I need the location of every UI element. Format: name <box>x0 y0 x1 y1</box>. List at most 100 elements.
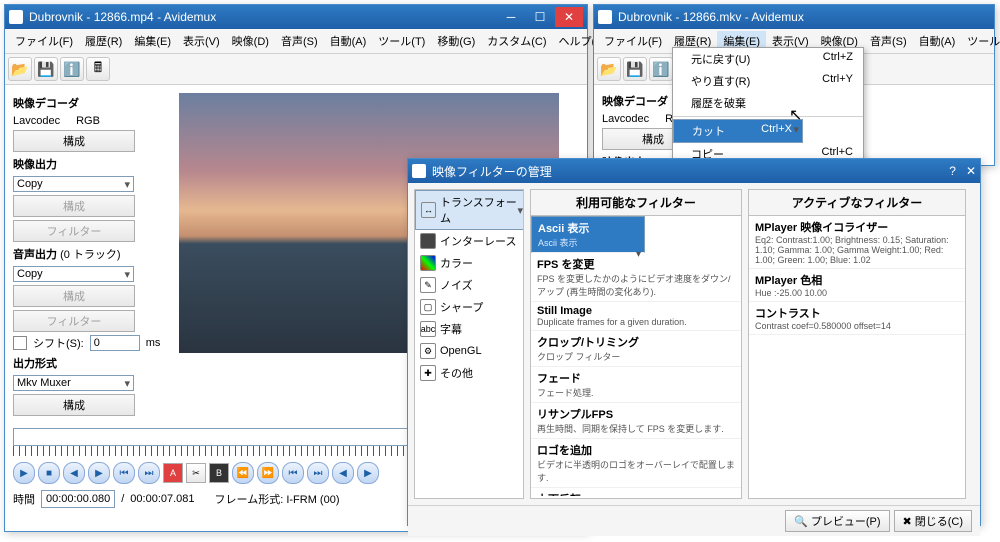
big-ffwd-button[interactable]: ⏭ <box>307 462 329 484</box>
play-button[interactable]: ▶ <box>13 462 35 484</box>
goto-a-button[interactable]: ◀ <box>332 462 354 484</box>
menu-file[interactable]: ファイル(F) <box>9 31 79 51</box>
available-filter-item[interactable]: FPS を変更FPS を変更したかのようにビデオ速度をダウン/アップ (再生時間… <box>531 253 741 302</box>
big-rewind-button[interactable]: ⏮ <box>282 462 304 484</box>
marker-b-button[interactable]: B <box>209 463 229 483</box>
menu-auto[interactable]: 自動(A) <box>913 31 962 51</box>
active-filter-item[interactable]: コントラストContrast coef=0.580000 offset=14 <box>749 302 965 335</box>
marker-a-button[interactable]: A <box>163 463 183 483</box>
menu-audio[interactable]: 音声(S) <box>864 31 913 51</box>
shift-value-input[interactable]: 0 <box>90 335 140 351</box>
close-icon: ✖ <box>903 515 912 528</box>
save-icon[interactable]: 💾 <box>623 57 647 81</box>
stop-button[interactable]: ■ <box>38 462 60 484</box>
vout-filter-button: フィルター <box>13 220 135 242</box>
available-filter-item[interactable]: ロゴを追加ビデオに半透明のロゴをオーバーレイで配置します. <box>531 439 741 488</box>
titlebar[interactable]: Dubrovnik - 12866.mp4 - Avidemux ─ ☐ ✕ <box>5 5 587 29</box>
time-current[interactable]: 00:00:00.080 <box>41 490 115 508</box>
available-filter-item[interactable]: クロップ/トリミングクロップ フィルター <box>531 331 741 367</box>
aout-config-button: 構成 <box>13 285 135 307</box>
cat-subtitle[interactable]: abc字幕 <box>415 318 523 340</box>
active-filter-item[interactable]: MPlayer 映像イコライザーEq2: Contrast:1.00; Brig… <box>749 216 965 269</box>
available-filter-item[interactable]: Still ImageDuplicate frames for a given … <box>531 302 741 331</box>
shift-ms: ms <box>146 337 161 349</box>
menu-redo[interactable]: やり直す(R)Ctrl+Y <box>673 70 863 92</box>
available-filter-item[interactable]: リサンプルFPS再生時間、同期を保持して FPS を変更します. <box>531 403 741 439</box>
active-filter-item[interactable]: MPlayer 色相Hue :-25.00 10.00 <box>749 269 965 302</box>
app-icon <box>412 164 426 178</box>
goto-b-button[interactable]: ▶ <box>357 462 379 484</box>
category-list: ↔トランスフォーム インターレース カラー ✎ノイズ ▢シャープ abc字幕 ⚙… <box>414 189 524 499</box>
menu-audio[interactable]: 音声(S) <box>275 31 324 51</box>
ffwd-button[interactable]: ⏩ <box>257 462 279 484</box>
vout-codec-select[interactable]: Copy <box>13 176 134 192</box>
cat-transform[interactable]: ↔トランスフォーム <box>415 190 524 230</box>
available-filter-item[interactable]: Ascii 表示Ascii 表示 <box>531 216 645 253</box>
cat-noise[interactable]: ✎ノイズ <box>415 274 523 296</box>
available-filter-item[interactable]: フェードフェード処理. <box>531 367 741 403</box>
calc-icon[interactable]: 🖩 <box>86 57 110 81</box>
available-filter-item[interactable]: 上下反転イメージを上下反転するフィルター. <box>531 488 741 496</box>
info-icon[interactable]: ℹ️ <box>649 57 673 81</box>
preview-button[interactable]: 🔍プレビュー(P) <box>785 510 889 532</box>
menu-tools[interactable]: ツール(T) <box>961 31 1000 51</box>
vout-config-button: 構成 <box>13 195 135 217</box>
avidemux-second-window: Dubrovnik - 12866.mkv - Avidemux ファイル(F)… <box>593 4 995 166</box>
sharp-icon: ▢ <box>420 299 436 315</box>
prev-kf-button[interactable]: ⏮ <box>113 462 135 484</box>
shift-label: シフト(S): <box>33 335 84 351</box>
time-total: 00:00:07.081 <box>130 493 194 505</box>
menu-view[interactable]: 表示(V) <box>177 31 226 51</box>
filter-manager-window: 映像フィルターの管理 ?✕ ↔トランスフォーム インターレース カラー ✎ノイズ… <box>407 158 981 526</box>
preview-icon: 🔍 <box>794 515 808 528</box>
ofmt-head: 出力形式 <box>13 355 163 371</box>
aout-filter-button: フィルター <box>13 310 135 332</box>
help-button[interactable]: ? <box>949 164 956 178</box>
cat-other[interactable]: ✚その他 <box>415 362 523 384</box>
open-icon[interactable]: 📂 <box>597 57 621 81</box>
cat-sharp[interactable]: ▢シャープ <box>415 296 523 318</box>
titlebar[interactable]: Dubrovnik - 12866.mkv - Avidemux <box>594 5 994 29</box>
menu-cut[interactable]: カットCtrl+X <box>673 119 803 143</box>
titlebar[interactable]: 映像フィルターの管理 ?✕ <box>408 159 980 183</box>
menu-recent[interactable]: 履歴(R) <box>79 31 128 51</box>
menu-auto[interactable]: 自動(A) <box>324 31 373 51</box>
time-sep: / <box>121 493 124 505</box>
ofmt-muxer-select[interactable]: Mkv Muxer <box>13 375 134 391</box>
rewind-button[interactable]: ⏪ <box>232 462 254 484</box>
maximize-button[interactable]: ☐ <box>526 7 554 27</box>
menu-discard-history[interactable]: 履歴を破棄 <box>673 92 863 114</box>
aout-head: 音声出力 (0 トラック) <box>13 246 163 262</box>
menu-edit[interactable]: 編集(E) <box>128 31 177 51</box>
ofmt-config-button[interactable]: 構成 <box>13 394 135 416</box>
next-kf-button[interactable]: ⏭ <box>138 462 160 484</box>
info-icon[interactable]: ℹ️ <box>60 57 84 81</box>
active-head: アクティブなフィルター <box>749 190 965 216</box>
menu-custom[interactable]: カスタム(C) <box>481 31 552 51</box>
close-button[interactable]: ✕ <box>555 7 583 27</box>
cat-opengl[interactable]: ⚙OpenGL <box>415 340 523 362</box>
close-button[interactable]: ✕ <box>966 164 976 178</box>
close-button[interactable]: ✖閉じる(C) <box>894 510 973 532</box>
cut-button[interactable]: ✂ <box>186 463 206 483</box>
menu-tools[interactable]: ツール(T) <box>372 31 431 51</box>
menu-video[interactable]: 映像(D) <box>226 31 275 51</box>
menu-separator <box>673 116 863 117</box>
aout-codec-select[interactable]: Copy <box>13 266 134 282</box>
filter-button-row: 🔍プレビュー(P) ✖閉じる(C) <box>408 505 980 536</box>
cat-interlace[interactable]: インターレース <box>415 230 523 252</box>
open-icon[interactable]: 📂 <box>8 57 32 81</box>
minimize-button[interactable]: ─ <box>497 7 525 27</box>
prev-frame-button[interactable]: ◀ <box>63 462 85 484</box>
shift-checkbox[interactable] <box>13 336 27 350</box>
menu-undo[interactable]: 元に戻す(U)Ctrl+Z <box>673 48 863 70</box>
decoder-lavcodec: Lavcodec <box>13 115 60 127</box>
cat-color[interactable]: カラー <box>415 252 523 274</box>
menu-file[interactable]: ファイル(F) <box>598 31 668 51</box>
vout-head: 映像出力 <box>13 156 163 172</box>
next-frame-button[interactable]: ▶ <box>88 462 110 484</box>
menu-go[interactable]: 移動(G) <box>431 31 481 51</box>
save-icon[interactable]: 💾 <box>34 57 58 81</box>
color-icon <box>420 255 436 271</box>
decoder-config-button[interactable]: 構成 <box>13 130 135 152</box>
